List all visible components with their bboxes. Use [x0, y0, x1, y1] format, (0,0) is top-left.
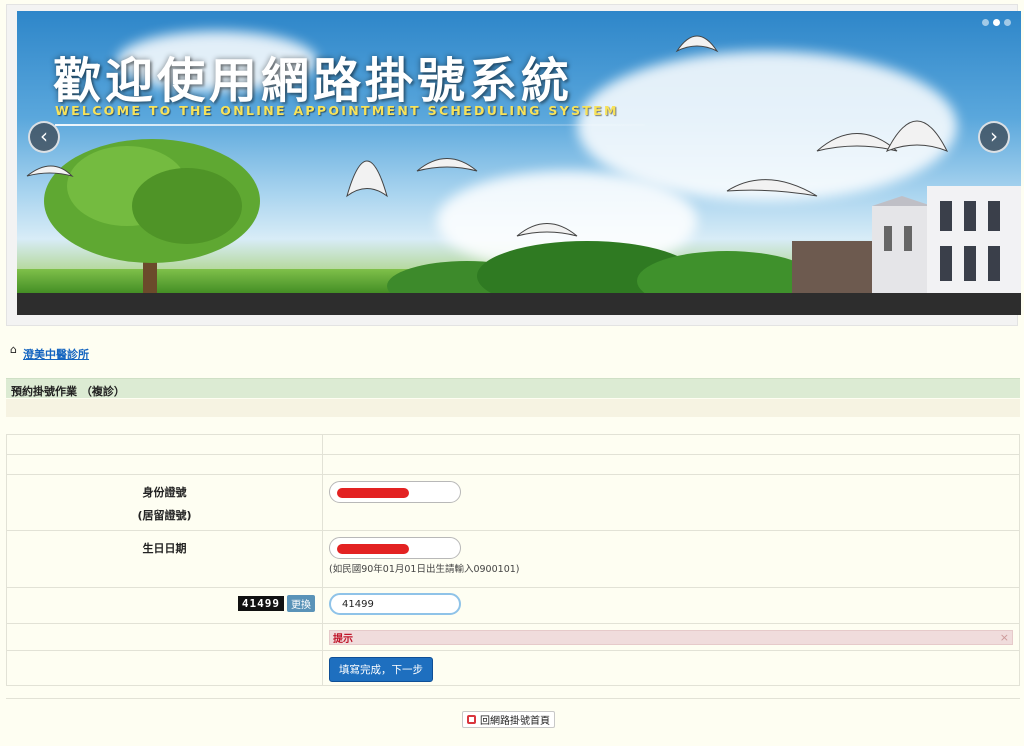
birthday-input-cell: (如民國90年01月01日出生請輸入0900101)	[322, 530, 1020, 588]
captcha-image: 41499	[237, 596, 284, 611]
empty-cell	[6, 454, 323, 475]
submit-next-button[interactable]: 填寫完成，下一步	[329, 657, 433, 682]
captcha-input-cell	[322, 587, 1020, 624]
empty-cell	[322, 454, 1020, 475]
empty-cell	[6, 650, 323, 686]
empty-cell	[322, 434, 1020, 455]
carousel-indicators	[982, 19, 1011, 26]
carousel-dot-active[interactable]	[993, 19, 1000, 26]
captcha-box: 41499 更換	[7, 588, 322, 612]
redacted-value	[337, 544, 409, 554]
carousel-prev-button[interactable]: ‹	[28, 121, 60, 153]
empty-cell	[6, 434, 323, 455]
banner-frame: 歡迎使用網路掛號系統 WELCOME TO THE ONLINE APPOINT…	[6, 4, 1021, 326]
birthday-input[interactable]	[329, 537, 461, 559]
id-input-cell	[322, 474, 1020, 531]
banner-divider	[55, 124, 645, 126]
alert-title: 提示	[333, 634, 353, 645]
section-title: 預約掛號作業 （複診）	[6, 378, 1020, 398]
id-label-sub: (居留證號)	[137, 509, 192, 522]
alert-box: 提示 ×	[329, 630, 1013, 645]
carousel-dot[interactable]	[982, 19, 989, 26]
appointment-form: 身份證號 (居留證號) 生日日期 (如民國90年01月01日出生請輸入09001…	[6, 434, 1020, 686]
form-row-empty	[6, 434, 1020, 455]
empty-cell	[6, 623, 323, 651]
form-row-id: 身份證號 (居留證號)	[6, 474, 1020, 531]
redacted-value	[337, 488, 409, 498]
footer-divider	[6, 698, 1020, 699]
form-row-submit: 填寫完成，下一步	[6, 650, 1020, 686]
breadcrumb: ⌂ 澄美中醫診所	[10, 343, 89, 362]
birthday-label: 生日日期	[142, 542, 187, 555]
submit-cell: 填寫完成，下一步	[322, 650, 1020, 686]
birthday-hint: (如民國90年01月01日出生請輸入0900101)	[329, 564, 520, 575]
banner-subtitle: WELCOME TO THE ONLINE APPOINTMENT SCHEDU…	[55, 103, 619, 118]
alert-cell: 提示 ×	[322, 623, 1020, 651]
form-row-alert: 提示 ×	[6, 623, 1020, 651]
alert-close-icon[interactable]: ×	[1000, 631, 1009, 644]
home-square-icon	[467, 715, 476, 724]
banner-bottom-bar	[17, 293, 1021, 315]
captcha-input[interactable]	[329, 593, 461, 615]
id-label: 身份證號	[142, 486, 187, 499]
back-to-home-label: 回網路掛號首頁	[480, 716, 550, 727]
clinic-name-link[interactable]: 澄美中醫診所	[23, 346, 89, 362]
captcha-refresh-button[interactable]: 更換	[287, 595, 315, 612]
carousel-next-button[interactable]: ›	[978, 121, 1010, 153]
birthday-label-cell: 生日日期	[6, 530, 323, 588]
banner-title: 歡迎使用網路掛號系統	[53, 53, 574, 109]
captcha-cell: 41499 更換	[6, 587, 323, 624]
form-row-captcha: 41499 更換	[6, 587, 1020, 624]
form-row-birthday: 生日日期 (如民國90年01月01日出生請輸入0900101)	[6, 530, 1020, 588]
back-to-home-button[interactable]: 回網路掛號首頁	[462, 711, 555, 728]
carousel-dot[interactable]	[1004, 19, 1011, 26]
banner-carousel: 歡迎使用網路掛號系統 WELCOME TO THE ONLINE APPOINT…	[17, 11, 1021, 315]
section-spacer	[6, 399, 1020, 417]
id-label-cell: 身份證號 (居留證號)	[6, 474, 323, 531]
id-number-input[interactable]	[329, 481, 461, 503]
home-icon: ⌂	[10, 343, 17, 356]
form-row-empty	[6, 454, 1020, 475]
